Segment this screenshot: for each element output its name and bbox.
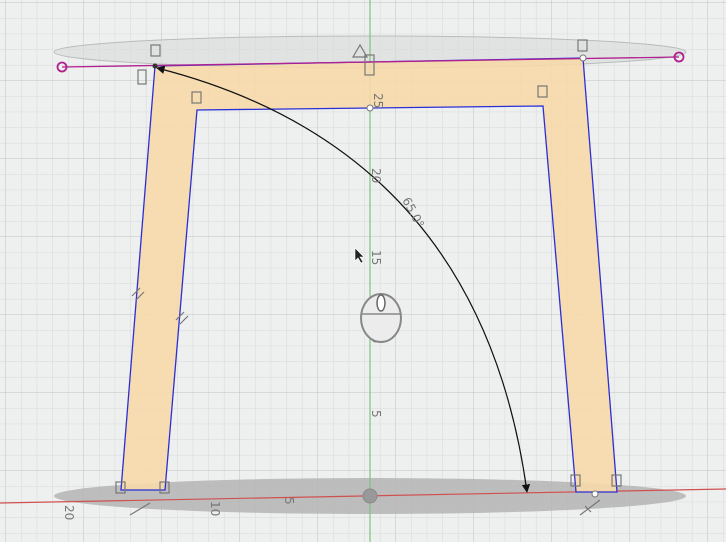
axis-label-h-20: 20 — [62, 505, 76, 520]
sketch-canvas[interactable]: 65.0° 25 20 15 10 5 20 10 5 — [0, 0, 726, 542]
axis-label-h-5: 5 — [282, 497, 296, 505]
midpoint[interactable] — [591, 490, 599, 498]
axis-label-v-15: 15 — [369, 250, 383, 265]
mouse-orbit-icon — [360, 293, 402, 343]
corner-point[interactable] — [579, 54, 587, 62]
axis-label-v-25: 25 — [371, 93, 385, 108]
corner-point[interactable] — [152, 63, 158, 69]
axis-label-v-20: 20 — [369, 168, 383, 183]
axis-label-v-5: 5 — [369, 410, 383, 418]
axis-label-h-10: 10 — [208, 501, 222, 516]
origin-point[interactable] — [362, 488, 378, 504]
sketch-viewport[interactable]: 65.0° 25 20 15 10 5 20 10 5 — [0, 0, 726, 542]
